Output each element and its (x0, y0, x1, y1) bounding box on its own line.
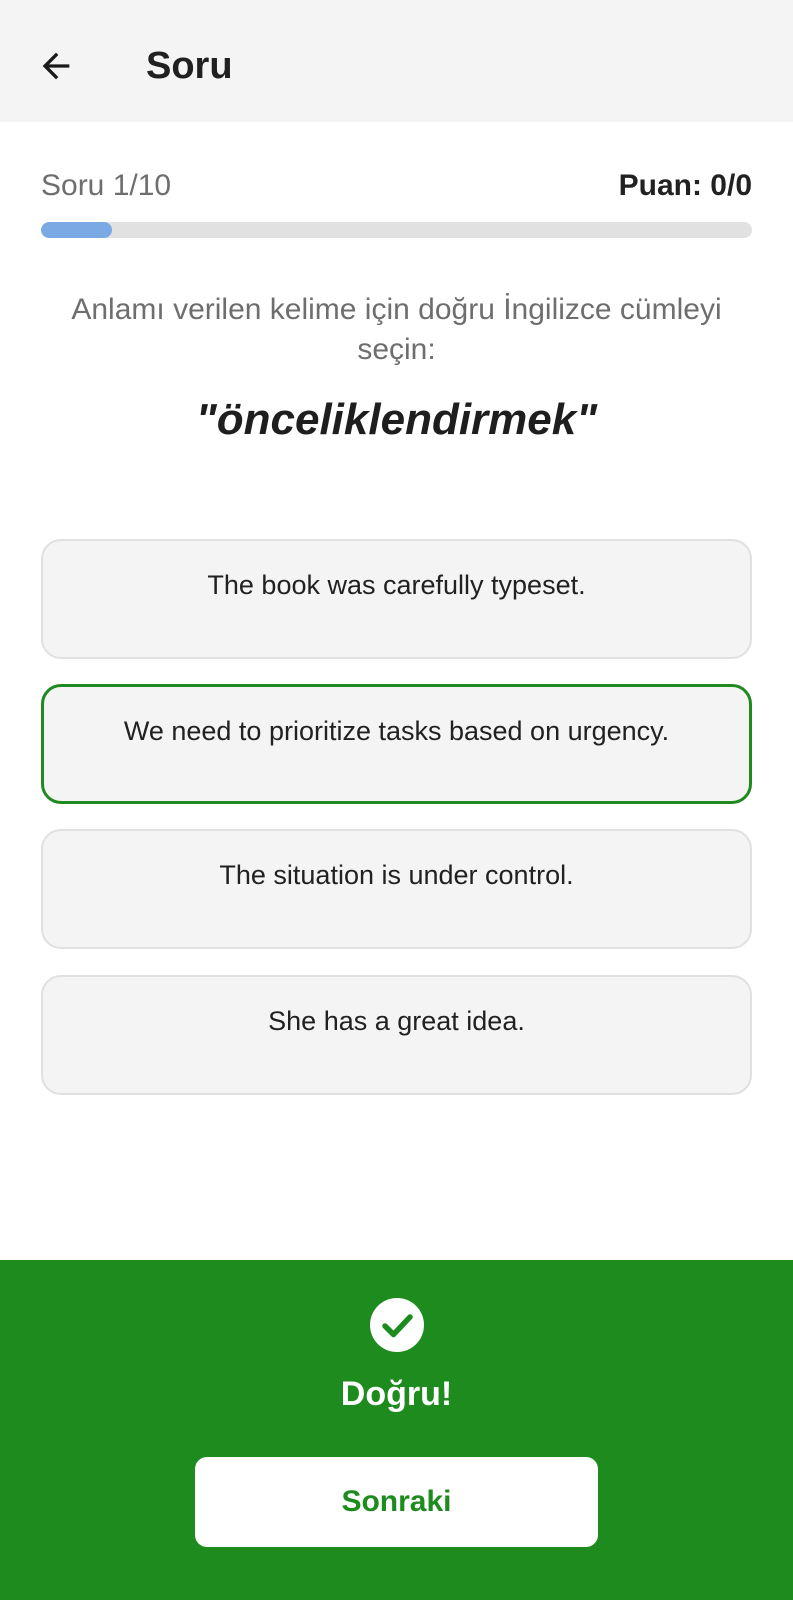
result-panel: Doğru! Sonraki (0, 1260, 793, 1600)
question-counter: Soru 1/10 (41, 169, 172, 202)
page-title: Soru (146, 45, 233, 87)
score-label: Puan: 0/0 (618, 169, 752, 202)
back-button[interactable] (28, 38, 84, 94)
answer-option-2[interactable]: We need to prioritize tasks based on urg… (41, 684, 752, 804)
answer-option-1[interactable]: The book was carefully typeset. (41, 539, 752, 659)
answer-option-3[interactable]: The situation is under control. (41, 829, 752, 949)
app-bar: Soru (0, 0, 793, 122)
progress-bar-fill (41, 222, 113, 238)
check-circle-icon (370, 1298, 424, 1352)
result-text: Doğru! (340, 1375, 453, 1413)
progress-bar (41, 222, 752, 238)
next-button[interactable]: Sonraki (195, 1457, 598, 1547)
question-prompt: Anlamı verilen kelime için doğru İngiliz… (71, 293, 722, 366)
target-word: "önceliklendirmek" (195, 395, 598, 444)
answer-option-4[interactable]: She has a great idea. (41, 975, 752, 1095)
arrow-left-icon (42, 52, 70, 80)
